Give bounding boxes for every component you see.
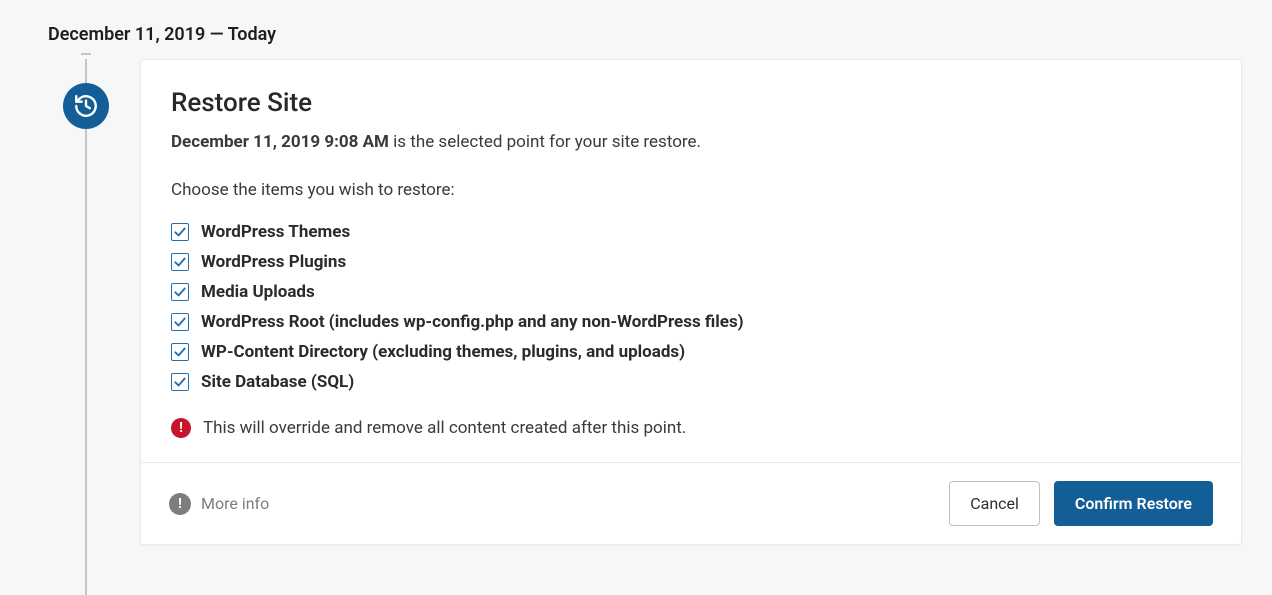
restore-item-row: WP-Content Directory (excluding themes, … <box>171 342 1211 362</box>
checkbox[interactable] <box>171 253 189 271</box>
timeline-line <box>85 59 87 595</box>
card-footer: ! More info Cancel Confirm Restore <box>141 462 1241 544</box>
restore-item-row: WordPress Themes <box>171 222 1211 242</box>
timeline-date-header: December 11, 2019 — Today <box>48 24 1242 45</box>
footer-actions: Cancel Confirm Restore <box>949 481 1213 526</box>
more-info-link[interactable]: ! More info <box>169 493 269 515</box>
choose-items-label: Choose the items you wish to restore: <box>171 180 1211 200</box>
checkbox[interactable] <box>171 283 189 301</box>
restore-card: Restore Site December 11, 2019 9:08 AM i… <box>140 59 1242 545</box>
confirm-restore-button[interactable]: Confirm Restore <box>1054 481 1213 526</box>
warning-row: ! This will override and remove all cont… <box>171 418 1211 438</box>
restore-item-label: WordPress Themes <box>201 222 350 242</box>
timeline-tick <box>81 53 91 55</box>
checkbox[interactable] <box>171 313 189 331</box>
restore-item-row: WordPress Root (includes wp-config.php a… <box>171 312 1211 332</box>
restore-item-label: WP-Content Directory (excluding themes, … <box>201 342 685 362</box>
timeline: Restore Site December 11, 2019 9:08 AM i… <box>48 59 1242 545</box>
restore-item-label: Site Database (SQL) <box>201 372 354 392</box>
restore-item-row: WordPress Plugins <box>171 252 1211 272</box>
restore-item-label: Media Uploads <box>201 282 315 302</box>
selected-point-datetime: December 11, 2019 9:08 AM <box>171 132 389 152</box>
restore-item-row: Site Database (SQL) <box>171 372 1211 392</box>
restore-history-icon <box>63 83 109 129</box>
checkbox[interactable] <box>171 343 189 361</box>
cancel-button[interactable]: Cancel <box>949 481 1040 526</box>
restore-item-label: WordPress Root (includes wp-config.php a… <box>201 312 744 332</box>
warning-icon: ! <box>171 418 191 438</box>
checkbox[interactable] <box>171 373 189 391</box>
restore-item-label: WordPress Plugins <box>201 252 346 272</box>
warning-text: This will override and remove all conten… <box>203 418 686 438</box>
selected-point-suffix: is the selected point for your site rest… <box>389 132 701 152</box>
restore-card-body: Restore Site December 11, 2019 9:08 AM i… <box>141 60 1241 462</box>
checkbox[interactable] <box>171 223 189 241</box>
more-info-label: More info <box>201 494 269 513</box>
card-title: Restore Site <box>171 88 1211 118</box>
restore-items-list: WordPress Themes WordPress Plugins Media U… <box>171 222 1211 392</box>
info-icon: ! <box>169 493 191 515</box>
selected-point-text: December 11, 2019 9:08 AM is the selecte… <box>171 132 1211 152</box>
restore-item-row: Media Uploads <box>171 282 1211 302</box>
